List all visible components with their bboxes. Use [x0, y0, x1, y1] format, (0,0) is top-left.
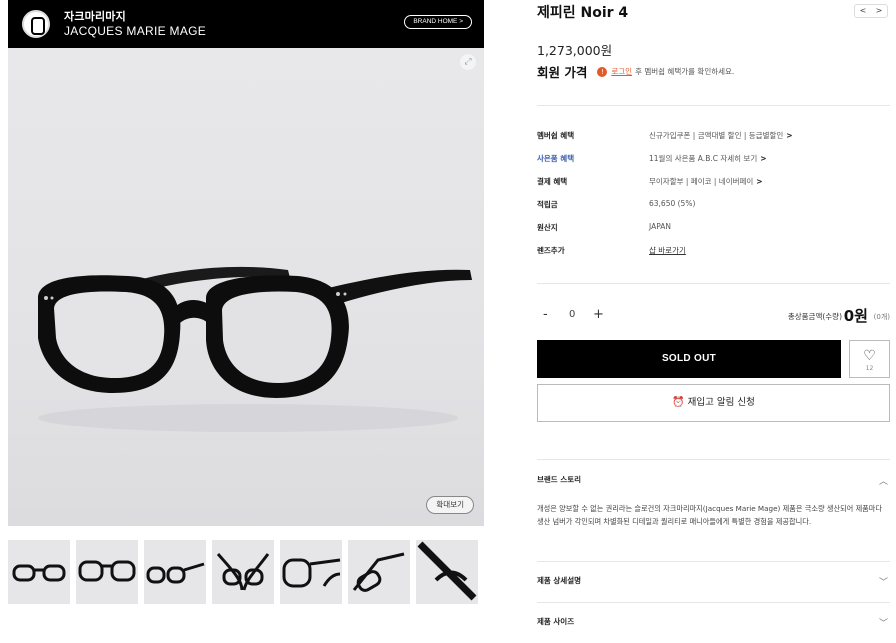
thumbnail-3[interactable]: [144, 540, 206, 604]
enlarge-button[interactable]: 확대보기: [426, 496, 474, 514]
spec-value: 63,650 (5%): [649, 199, 696, 208]
alarm-clock-icon: ⏰: [672, 397, 685, 408]
spec-value-text: 신규가입쿠폰 | 금액대별 할인 | 등급별할인: [649, 131, 784, 140]
product-price: 1,273,000원: [537, 43, 613, 58]
restock-alert-label: 재입고 알림 신청: [687, 397, 755, 408]
quantity-input[interactable]: 0: [569, 309, 575, 320]
thumbnail-4[interactable]: [212, 540, 274, 604]
accordion-product-detail[interactable]: 제품 상세설명 ﹀: [537, 575, 890, 589]
accordion-product-size[interactable]: 제품 사이즈 ﹀: [537, 616, 890, 630]
wishlist-button[interactable]: ♡ 12: [849, 340, 890, 378]
spec-value: 11월의 사은품 A.B.C 자세히 보기 >: [649, 153, 767, 164]
accordion-title: 제품 상세설명: [537, 576, 582, 585]
quantity-decrease-button[interactable]: -: [543, 307, 548, 322]
divider: [537, 283, 890, 284]
product-nav: < >: [854, 4, 888, 18]
glasses-detail-thumb-icon: [417, 541, 477, 601]
member-price-label: 회원 가격: [537, 65, 588, 80]
chevron-up-icon: ︿: [878, 477, 888, 487]
spec-row-gift[interactable]: 사은품 혜택 11월의 사은품 A.B.C 자세히 보기 >: [537, 153, 890, 167]
thumbnail-2[interactable]: [76, 540, 138, 604]
lens-shop-link[interactable]: 샵 바로가기: [649, 245, 686, 256]
brand-name-english: JACQUES MARIE MAGE: [64, 24, 207, 38]
brand-name-korean: 자크마리마지: [64, 10, 126, 23]
thumbnail-6[interactable]: [348, 540, 410, 604]
spec-value-text: 11월의 사은품 A.B.C 자세히 보기: [649, 154, 758, 163]
total-price-value: 0원: [843, 307, 868, 325]
glasses-front-thumb-icon: [78, 560, 136, 582]
brand-story-text: 개성은 양보할 수 없는 권리라는 슬로건의 자크마리마지(Jacques Ma…: [537, 504, 883, 526]
restock-alert-button[interactable]: ⏰ 재입고 알림 신청: [537, 384, 890, 422]
spec-value: 무이자할부 | 페이코 | 네이버페이 >: [649, 176, 763, 187]
spec-row-origin: 원산지 JAPAN: [537, 222, 890, 236]
chevron-right-icon: >: [756, 177, 763, 186]
spec-row-payment[interactable]: 결제 혜택 무이자할부 | 페이코 | 네이버페이 >: [537, 176, 890, 190]
glasses-side-thumb-icon: [146, 562, 205, 584]
member-price-note: 후 멤버쉽 혜택가를 확인하세요.: [635, 67, 735, 76]
divider: [537, 105, 890, 106]
thumbnail-1[interactable]: [8, 540, 70, 604]
glasses-front-thumb-icon: [12, 564, 66, 582]
thumbnail-7[interactable]: [416, 540, 478, 604]
sold-out-button[interactable]: SOLD OUT: [537, 340, 841, 378]
chevron-right-icon: >: [786, 131, 793, 140]
spec-key: 멤버쉽 혜택: [537, 131, 575, 140]
next-product-button[interactable]: >: [876, 5, 883, 17]
divider: [537, 561, 890, 562]
chevron-down-icon: ﹀: [878, 578, 888, 588]
heart-icon: ♡: [863, 348, 876, 364]
brand-logo: [22, 10, 50, 38]
glasses-illustration: [38, 266, 472, 432]
prev-product-button[interactable]: <: [860, 5, 867, 17]
glasses-top-thumb-icon: [352, 552, 405, 592]
main-product-image[interactable]: ⤢ 확대보기: [8, 48, 484, 526]
total-quantity-count: (0개): [873, 313, 890, 321]
accordion-title: 브랜드 스토리: [537, 475, 582, 484]
brand-home-button[interactable]: BRAND HOME >: [404, 15, 472, 29]
spec-value: JAPAN: [649, 222, 671, 231]
accordion-brand-story[interactable]: 브랜드 스토리 ︿: [537, 474, 890, 488]
info-icon: !: [597, 66, 608, 77]
spec-row-lens: 렌즈추가 샵 바로가기: [537, 245, 890, 259]
spec-key: 사은품 혜택: [537, 154, 575, 163]
product-gallery: 자크마리마지 JACQUES MARIE MAGE BRAND HOME > ⤢…: [8, 0, 484, 643]
brand-bar: 자크마리마지 JACQUES MARIE MAGE BRAND HOME >: [8, 0, 484, 48]
spec-row-membership[interactable]: 멤버쉽 혜택 신규가입쿠폰 | 금액대별 할인 | 등급별할인 >: [537, 130, 890, 144]
member-price-row: 회원 가격 ! 로그인 후 멤버쉽 혜택가를 확인하세요.: [537, 62, 734, 81]
quantity-stepper: - 0 + 총상품금액(수량) 0원 (0개): [537, 307, 890, 325]
spec-key: 원산지: [537, 223, 558, 232]
spec-key: 적립금: [537, 200, 558, 209]
quantity-increase-button[interactable]: +: [593, 307, 604, 322]
spec-key: 렌즈추가: [537, 246, 565, 255]
accordion-title: 제품 사이즈: [537, 617, 575, 626]
login-link[interactable]: 로그인: [611, 66, 632, 77]
glasses-folded-thumb-icon: [216, 553, 270, 591]
spec-key: 결제 혜택: [537, 177, 568, 186]
thumbnail-strip: [8, 540, 484, 604]
spec-value: 신규가입쿠폰 | 금액대별 할인 | 등급별할인 >: [649, 130, 793, 141]
chevron-down-icon: ﹀: [878, 619, 888, 629]
divider: [537, 602, 890, 603]
spec-value-text: 무이자할부 | 페이코 | 네이버페이: [649, 177, 754, 186]
chevron-right-icon: >: [760, 154, 767, 163]
wishlist-count: 12: [865, 365, 874, 372]
divider: [537, 459, 890, 460]
zoom-toggle-icon[interactable]: ⤢: [460, 54, 476, 70]
thumbnail-5[interactable]: [280, 540, 342, 604]
spec-row-points: 적립금 63,650 (5%): [537, 199, 890, 213]
glasses-angle-thumb-icon: [282, 558, 341, 588]
product-title: 제피린 Noir 4: [537, 5, 629, 21]
product-info: 제피린 Noir 4 < > 1,273,000원 회원 가격 ! 로그인 후 …: [537, 0, 890, 643]
product-page: 자크마리마지 JACQUES MARIE MAGE BRAND HOME > ⤢…: [0, 0, 896, 643]
total-price-label: 총상품금액(수량): [787, 312, 842, 321]
